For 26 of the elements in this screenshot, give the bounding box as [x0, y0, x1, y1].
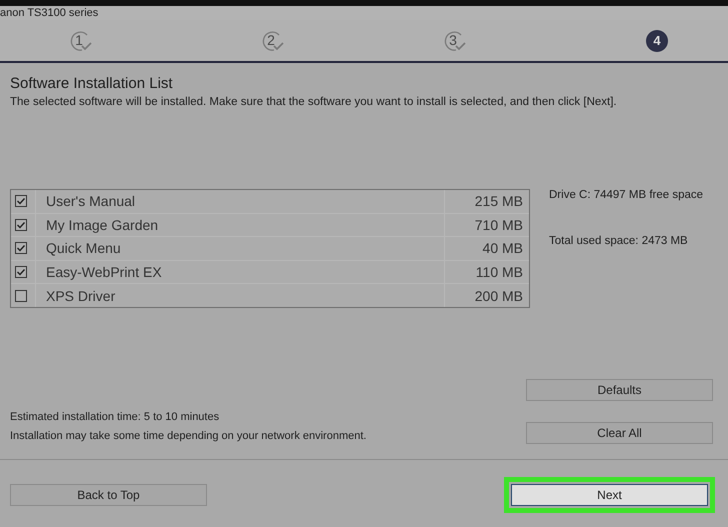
checkbox[interactable]: [15, 218, 27, 231]
software-name: Quick Menu: [46, 240, 121, 256]
checkbox[interactable]: [15, 195, 27, 208]
checkbox[interactable]: [15, 266, 27, 278]
section-heading: Software Installation List: [10, 75, 173, 92]
window-title: anon TS3100 series: [0, 6, 98, 20]
free-space-text: Drive C: 74497 MB free space: [549, 189, 704, 201]
note-text: Installation may take some time depending on your network environment.: [10, 430, 366, 442]
current-step-badge: 4: [646, 30, 668, 52]
software-size: 215 MB: [474, 193, 523, 210]
software-size: 110 MB: [476, 264, 523, 280]
back-button[interactable]: Back to Top: [10, 484, 207, 506]
software-name: Easy-WebPrint EX: [46, 264, 162, 280]
software-size: 200 MB: [474, 288, 523, 304]
checkbox[interactable]: [15, 290, 27, 302]
note-text: Estimated installation time: 5 to 10 minutes: [10, 410, 220, 423]
description-text: The selected software will be installed. Make sure that the software you want to install is selected, and then click [Next].: [10, 96, 617, 108]
checkbox[interactable]: [15, 242, 27, 254]
list-action-button[interactable]: Clear All: [526, 422, 713, 444]
software-size: 710 MB: [474, 216, 523, 233]
list-action-button[interactable]: Defaults: [526, 378, 713, 401]
software-size: 40 MB: [482, 240, 523, 256]
used-space-text: Total used space: 2473 MB: [549, 235, 688, 247]
software-name: User's Manual: [46, 193, 136, 210]
software-name: XPS Driver: [46, 288, 116, 304]
software-name: My Image Garden: [46, 216, 158, 233]
